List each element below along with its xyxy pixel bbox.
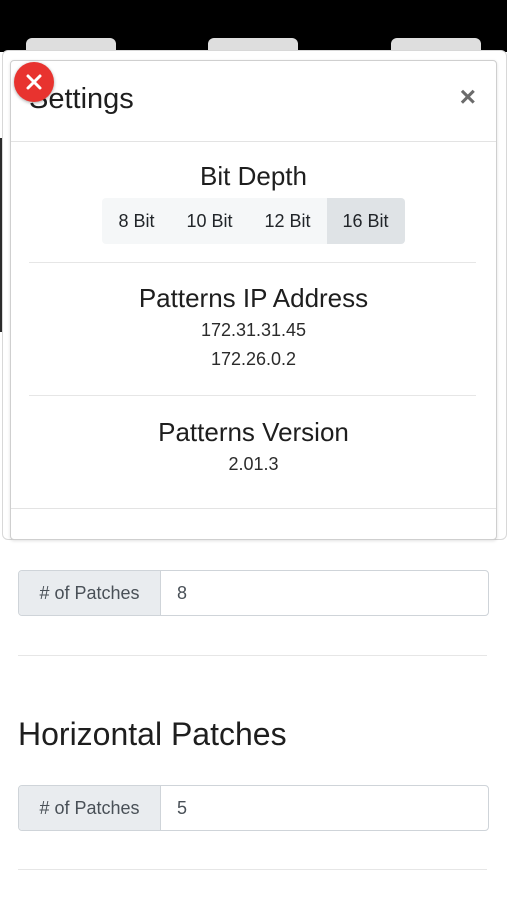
horizontal-patches-heading: Horizontal Patches xyxy=(18,716,287,752)
modal-footer-divider xyxy=(11,508,496,509)
patterns-version-section: Patterns Version 2.01.3 xyxy=(11,417,496,479)
patterns-version-title: Patterns Version xyxy=(158,417,349,447)
bit-depth-title: Bit Depth xyxy=(200,161,307,191)
ip-address-2: 172.26.0.2 xyxy=(210,349,297,369)
section-divider xyxy=(29,262,476,263)
bit-depth-option-8[interactable]: 8 Bit xyxy=(102,198,170,244)
vertical-patches-label: # of Patches xyxy=(19,571,161,615)
horizontal-patches-input[interactable]: 5 xyxy=(161,786,488,830)
bit-depth-option-12[interactable]: 12 Bit xyxy=(249,198,327,244)
horizontal-patches-input-group: # of Patches 5 xyxy=(18,785,489,831)
page-divider xyxy=(18,869,487,870)
horizontal-patches-label: # of Patches xyxy=(19,786,161,830)
settings-modal: Settings × Bit Depth 8 Bit 10 Bit 12 Bit… xyxy=(10,60,497,540)
vertical-patches-input-group: # of Patches 8 xyxy=(18,570,489,616)
ip-address-1: 172.31.31.45 xyxy=(200,320,307,340)
patterns-ip-section: Patterns IP Address 172.31.31.45 172.26.… xyxy=(11,283,496,374)
section-divider xyxy=(29,395,476,396)
bit-depth-option-16[interactable]: 16 Bit xyxy=(326,198,405,244)
modal-close-button[interactable]: × xyxy=(460,83,476,111)
bit-depth-button-group: 8 Bit 10 Bit 12 Bit 16 Bit xyxy=(102,198,405,244)
modal-header: Settings × xyxy=(11,61,496,142)
close-badge-button[interactable] xyxy=(14,62,54,102)
patterns-version-value: 2.01.3 xyxy=(228,454,279,474)
bit-depth-option-10[interactable]: 10 Bit xyxy=(170,198,248,244)
bit-depth-section: Bit Depth 8 Bit 10 Bit 12 Bit 16 Bit xyxy=(11,161,496,244)
page-divider xyxy=(18,655,487,656)
vertical-patches-input[interactable]: 8 xyxy=(161,571,488,615)
patterns-ip-title: Patterns IP Address xyxy=(138,283,369,313)
close-icon xyxy=(26,74,42,90)
